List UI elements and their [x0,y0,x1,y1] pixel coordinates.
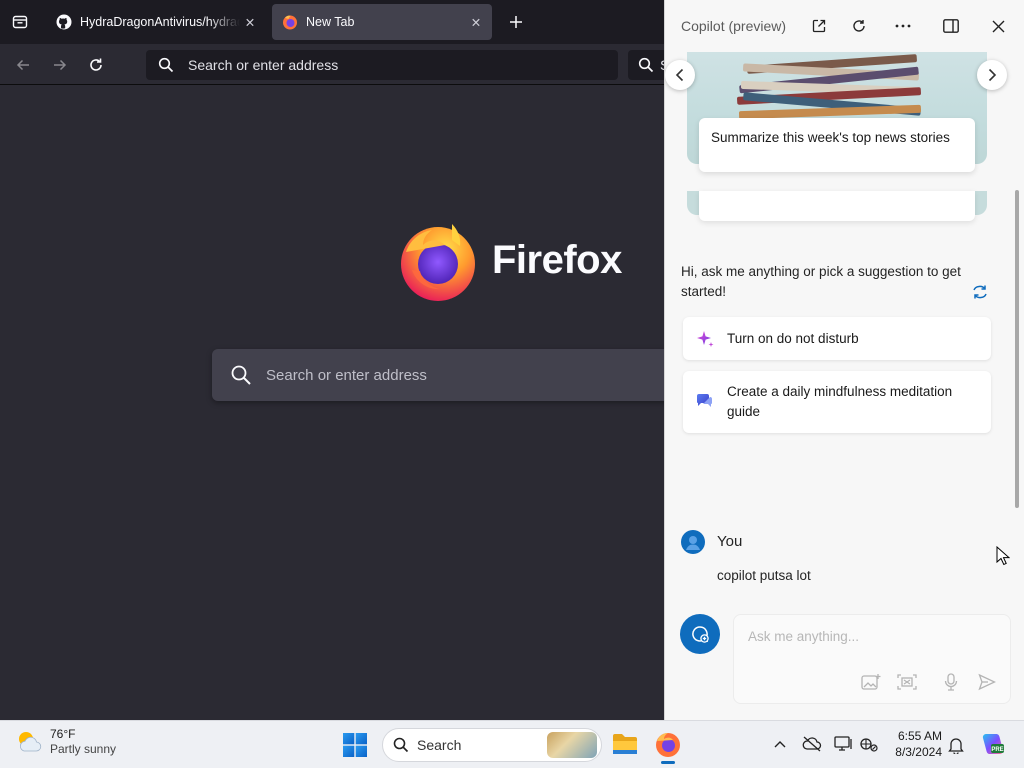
back-arrow-icon[interactable] [8,50,38,80]
suggestion-chip[interactable]: Create a daily mindfulness meditation gu… [683,371,991,433]
search-highlight-image [547,732,597,758]
dock-panel-icon[interactable] [939,14,963,38]
taskbar: 76°F Partly sunny Search 6:55 AM 8/3/202… [0,720,1024,768]
sparkle-icon [697,330,714,347]
carousel-card-2-caption[interactable] [699,191,975,221]
reload-icon[interactable] [81,50,111,80]
taskbar-search[interactable]: Search [382,728,602,762]
suggestion-label: Turn on do not disturb [727,330,859,346]
firefox-icon [283,15,297,30]
display-icon[interactable] [833,733,855,755]
suggestion-chip[interactable]: Turn on do not disturb [683,317,991,360]
weather-condition: Partly sunny [50,742,117,756]
microphone-icon[interactable] [940,671,962,693]
github-icon [56,14,72,30]
suggestion-label: Create a daily mindfulness meditation gu… [727,384,953,419]
tab-new-tab[interactable]: New Tab ✕ [272,4,492,40]
tab-github[interactable]: HydraDragonAntivirus/hydrad ✕ [46,4,266,40]
tab-strip: HydraDragonAntivirus/hydrad ✕ New Tab ✕ [0,0,665,44]
search-bar[interactable]: S [628,50,665,80]
page-search-box[interactable] [212,349,665,401]
screenshot-icon[interactable] [896,671,918,693]
copilot-title: Copilot (preview) [681,18,787,34]
file-explorer-icon[interactable] [610,729,640,759]
new-chat-icon [692,626,709,643]
firefox-wordmark: Firefox [492,238,622,282]
user-message: copilot putsa lot [717,568,811,583]
firefox-view-icon[interactable] [6,8,34,36]
carousel-suggestion-card[interactable]: Summarize this week's top news stories [699,118,975,172]
firefox-taskbar-button[interactable] [653,729,683,764]
new-tab-page: Firefox [0,86,665,720]
suggestion-carousel: Summarize this week's top news stories [665,52,1024,224]
ask-input[interactable] [748,629,988,644]
weather-widget[interactable]: 76°F Partly sunny [14,727,116,757]
firefox-icon [656,733,680,757]
avatar [681,530,705,554]
weather-temperature: 76°F [50,727,76,741]
clock-time: 6:55 AM [897,729,942,743]
firefox-window: HydraDragonAntivirus/hydrad ✕ New Tab ✕ … [0,0,665,720]
search-icon [158,57,174,73]
chevron-right-icon[interactable] [977,60,1007,90]
chat-bubbles-icon [697,394,712,407]
chat-input-box[interactable] [733,614,1011,704]
scrollbar-thumb[interactable] [1015,190,1019,508]
network-icon[interactable] [858,733,880,755]
close-icon[interactable] [986,14,1010,38]
refresh-suggestions-icon[interactable] [970,282,990,302]
address-bar[interactable] [146,50,618,80]
mouse-cursor-icon [996,546,1010,566]
refresh-icon[interactable] [847,14,871,38]
chevron-left-icon[interactable] [665,60,695,90]
system-clock[interactable]: 6:55 AM 8/3/2024 [888,728,942,760]
navigation-toolbar: S [0,44,665,85]
copilot-icon[interactable]: PRE [980,731,1006,757]
greeting-text: Hi, ask me anything or pick a suggestion… [681,264,961,299]
clock-date: 8/3/2024 [895,745,942,759]
message-author: You [717,533,743,550]
new-tab-plus-icon[interactable] [502,8,530,36]
more-options-icon[interactable] [891,14,915,38]
active-indicator [661,761,675,764]
send-icon[interactable] [976,671,998,693]
close-tab-icon[interactable]: ✕ [240,12,260,32]
add-image-icon[interactable] [860,671,882,693]
tab-title: New Tab [306,15,355,29]
chevron-up-icon[interactable] [769,733,791,755]
onedrive-offline-icon[interactable] [801,733,823,755]
tab-title: HydraDragonAntivirus/hydrad [80,15,240,29]
copilot-pane: Copilot (preview) Summarize this week's … [664,0,1024,720]
firefox-logo-icon [401,224,475,301]
notification-bell-icon[interactable] [945,734,967,756]
open-in-new-icon[interactable] [807,14,831,38]
address-input[interactable] [188,57,588,73]
partly-sunny-icon [19,732,42,752]
close-tab-icon[interactable]: ✕ [466,12,486,32]
page-search-input[interactable] [266,366,646,384]
forward-arrow-icon[interactable] [45,50,75,80]
windows-start-icon[interactable] [342,732,368,758]
search-icon [393,737,409,753]
search-icon [231,365,251,385]
copilot-header: Copilot (preview) [665,0,1024,52]
svg-text:PRE: PRE [991,747,1003,753]
new-topic-button[interactable] [680,614,720,654]
search-icon [638,57,654,73]
taskbar-search-label: Search [417,737,462,753]
